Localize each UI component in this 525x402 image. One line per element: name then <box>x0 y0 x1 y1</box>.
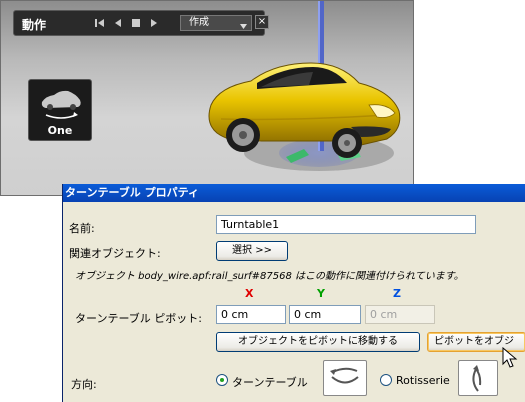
name-field[interactable]: Turntable1 <box>216 215 476 234</box>
action-dropdown[interactable]: 作成 <box>180 15 252 31</box>
mouse-pointer-icon <box>502 347 518 368</box>
motion-panel-title: 動作 <box>22 18 47 32</box>
turntable-direction-icon[interactable] <box>323 360 367 396</box>
pivot-label: ターンテーブル ピボット: <box>75 312 202 325</box>
stop-icon[interactable] <box>130 17 142 29</box>
motion-panel: 動作 作成 × <box>13 10 269 36</box>
move-object-to-pivot-button[interactable]: オブジェクトをピボットに移動する <box>216 332 420 352</box>
skip-to-start-icon[interactable] <box>94 17 106 29</box>
related-object-label: 関連オブジェクト: <box>69 247 161 260</box>
dialog-title: ターンテーブル プロパティ <box>63 184 525 202</box>
3d-viewport[interactable]: 動作 作成 × One <box>0 0 414 196</box>
turntable-radio[interactable] <box>216 374 228 386</box>
action-dropdown-value: 作成 <box>189 17 209 28</box>
play-icon[interactable] <box>148 17 160 29</box>
direction-label: 方向: <box>71 378 97 391</box>
name-label: 名前: <box>69 222 95 235</box>
car-thumbnail-icon <box>41 90 81 119</box>
turntable-properties-dialog: ターンテーブル プロパティ 名前: Turntable1 関連オブジェクト: 選… <box>62 184 525 402</box>
step-back-icon[interactable] <box>112 17 124 29</box>
y-axis-label: Y <box>317 287 325 300</box>
rotisserie-option-label: Rotisserie <box>396 374 450 387</box>
pivot-z-field: 0 cm <box>365 305 435 324</box>
turntable-option-label: ターンテーブル <box>232 376 308 389</box>
x-axis-label: X <box>245 287 254 300</box>
rotisserie-radio[interactable] <box>380 374 392 386</box>
associated-object-info: オブジェクト body_wire.apf:rail_surf#87568 はこの… <box>75 271 464 282</box>
pivot-y-field[interactable]: 0 cm <box>289 305 361 324</box>
select-button[interactable]: 選択 >> <box>216 241 288 261</box>
turntable-thumbnail[interactable]: One <box>28 79 92 141</box>
chevron-down-icon <box>240 20 247 34</box>
thumbnail-label: One <box>47 124 73 137</box>
pivot-x-field[interactable]: 0 cm <box>216 305 286 324</box>
close-icon[interactable]: × <box>255 15 269 29</box>
z-axis-label: Z <box>393 287 401 300</box>
rotisserie-direction-icon[interactable] <box>458 360 498 396</box>
